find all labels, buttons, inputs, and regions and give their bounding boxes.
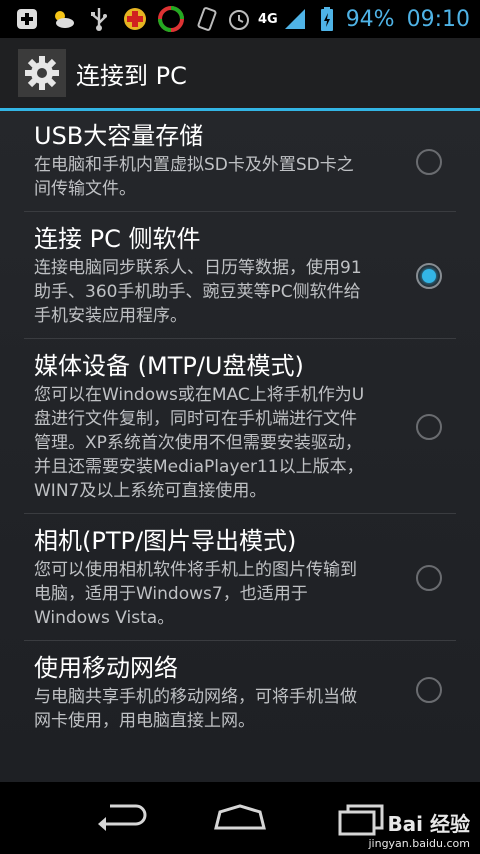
radio-button[interactable] — [416, 677, 442, 703]
app-notification-icon — [122, 6, 148, 32]
vibrate-icon — [194, 6, 220, 32]
sync-app-icon — [158, 6, 184, 32]
option-title: 媒体设备 (MTP/U盘模式) — [34, 352, 304, 380]
alarm-icon — [226, 6, 252, 32]
usb-icon — [86, 6, 112, 32]
option-pc-software[interactable]: 连接 PC 侧软件 连接电脑同步联系人、日历等数据，使用91助手、360手机助手… — [24, 212, 456, 339]
options-list: USB大容量存储 在电脑和手机内置虚拟SD卡及外置SD卡之间传输文件。 连接 P… — [0, 111, 480, 782]
radio-button-selected[interactable] — [416, 263, 442, 289]
home-button[interactable] — [210, 798, 270, 838]
option-camera[interactable]: 相机(PTP/图片导出模式) 您可以使用相机软件将手机上的图片传输到电脑，适用于… — [24, 514, 456, 641]
option-title: 相机(PTP/图片导出模式) — [34, 527, 297, 555]
option-description: 与电脑共享手机的移动网络，可将手机当做网卡使用，用电脑直接上网。 — [34, 687, 357, 731]
back-button[interactable] — [90, 798, 150, 838]
watermark-url: jingyan.baidu.com — [368, 837, 470, 850]
signal-icon — [282, 6, 308, 32]
option-description: 您可以在Windows或在MAC上将手机作为U盘进行文件复制，同时可在手机端进行… — [34, 385, 365, 501]
radio-button[interactable] — [416, 414, 442, 440]
navigation-bar: Bai 经验 jingyan.baidu.com — [0, 782, 480, 854]
gear-icon[interactable] — [18, 49, 66, 97]
weather-icon — [50, 6, 76, 32]
option-title: 连接 PC 侧软件 — [34, 225, 201, 253]
home-icon — [214, 804, 266, 830]
action-bar: 连接到 PC — [0, 38, 480, 111]
option-title: USB大容量存储 — [34, 122, 204, 150]
option-mobile-network[interactable]: 使用移动网络 与电脑共享手机的移动网络，可将手机当做网卡使用，用电脑直接上网。 — [24, 641, 456, 743]
radio-button[interactable] — [416, 565, 442, 591]
option-title: 使用移动网络 — [34, 654, 178, 682]
option-description: 连接电脑同步联系人、日历等数据，使用91助手、360手机助手、豌豆荚等PC侧软件… — [34, 258, 362, 326]
watermark: Bai 经验 jingyan.baidu.com — [368, 808, 470, 850]
page-title: 连接到 PC — [76, 61, 187, 90]
option-usb-storage[interactable]: USB大容量存储 在电脑和手机内置虚拟SD卡及外置SD卡之间传输文件。 — [24, 111, 456, 212]
option-description: 在电脑和手机内置虚拟SD卡及外置SD卡之间传输文件。 — [34, 155, 354, 199]
network-type-label: 4G — [257, 11, 278, 27]
option-description: 您可以使用相机软件将手机上的图片传输到电脑，适用于Windows7，也适用于Wi… — [34, 560, 357, 628]
radio-button[interactable] — [416, 149, 442, 175]
clock: 09:10 — [406, 6, 470, 32]
status-bar: 4G 94% 09:10 — [0, 0, 480, 38]
back-icon — [98, 804, 147, 831]
watermark-brand: Bai 经验 — [387, 812, 470, 836]
add-notification-icon — [14, 6, 40, 32]
battery-percent: 94% — [345, 6, 395, 32]
battery-icon — [314, 6, 340, 32]
option-media-device[interactable]: 媒体设备 (MTP/U盘模式) 您可以在Windows或在MAC上将手机作为U盘… — [24, 339, 456, 514]
